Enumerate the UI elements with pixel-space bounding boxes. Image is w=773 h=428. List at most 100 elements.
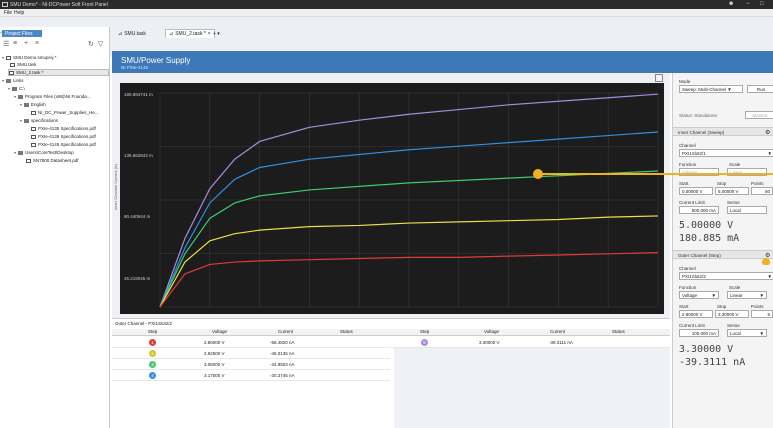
tree-item[interactable]: ▾ C:\ [8, 86, 25, 91]
function-select[interactable]: Voltage ▼ [679, 291, 719, 299]
current-readout: -39.3111 nA [679, 357, 746, 368]
add-icon[interactable]: + [24, 40, 28, 47]
table-row[interactable]: 5 3.30000 V -39.3111 nA [391, 337, 670, 348]
folder-icon [18, 150, 24, 155]
col-current: Current [278, 329, 294, 334]
function-value: Voltage [682, 293, 698, 298]
chart-options-button[interactable] [655, 74, 663, 82]
points-label: Points [751, 304, 764, 309]
minimize-button[interactable]: − [746, 0, 750, 9]
mode-value: Sweep: Multi-Channel [682, 87, 727, 92]
maximize-button[interactable]: □ [760, 0, 764, 9]
cell-current: -58.4820 nA [270, 340, 295, 345]
window-title: SMU Demo* - NI-DCPower Soft Front Panel [10, 2, 108, 8]
tree-item[interactable]: ▾ English [20, 102, 46, 107]
tree-item[interactable]: NI_DC_Power_Supplies_He... [31, 110, 99, 115]
tree-item[interactable]: ▾ Users\CoreTest\Desktop [14, 150, 74, 155]
filter-icon[interactable]: ▽ [98, 40, 103, 48]
task-icon [9, 70, 14, 75]
project-icon [6, 55, 12, 60]
chart-icon: ⊿ [169, 31, 174, 37]
remove-icon[interactable]: × [35, 40, 39, 47]
gear-icon[interactable]: ⚙ [765, 129, 770, 136]
title-bar: SMU Demo* - NI-DCPower Soft Front Panel … [0, 0, 773, 9]
cell-current: -34.9503 nA [270, 362, 295, 367]
tree-item[interactable]: SMU.task [10, 62, 37, 67]
scale-value: Linear [730, 293, 743, 298]
chevron-down-icon: ▼ [711, 293, 716, 298]
col-voltage: Voltage [212, 329, 228, 334]
step-badge: 5 [421, 339, 428, 346]
monitor-button[interactable]: Monitor [745, 111, 773, 119]
add-tab-button[interactable]: + ▾ [210, 29, 223, 38]
instrument-header: SMU/Power Supply NI PXIe-4145 [112, 51, 773, 73]
channel-select[interactable]: PXI1Slot2/2 ▼ [679, 272, 773, 280]
stop-label: Stop [717, 304, 727, 309]
start-input[interactable]: 2.80000 V [679, 310, 713, 318]
pdf-icon [26, 158, 31, 163]
run-button[interactable]: Run [747, 85, 773, 93]
cell-current: -39.3111 nA [549, 340, 573, 345]
y-tick-label: 90.440944 m [124, 214, 151, 219]
tree-item[interactable]: PXIe-4145 Specifications.pdf [31, 142, 96, 147]
callout-dot [762, 258, 770, 265]
current-limit-input[interactable]: 100.000 mA [679, 329, 719, 337]
tree-item[interactable]: ▾ SMU Demo.smuproj * [2, 55, 57, 60]
folder-icon [6, 78, 12, 83]
y-axis: 180.884741 m 135.662843 m 90.440944 m 45… [120, 83, 153, 372]
table-row[interactable]: 3 3.05000 V -34.9503 nA [112, 359, 390, 370]
sense-select[interactable]: Local ▼ [727, 329, 767, 337]
col-step: Step [420, 329, 430, 334]
step-badge: 4 [149, 372, 156, 379]
tree-item[interactable]: PXIe-4139 Specifications.pdf [31, 134, 96, 139]
pdf-icon [31, 126, 36, 131]
menu-file[interactable]: File [4, 10, 12, 16]
inner-channel-section[interactable]: Inner Channel (Sweep) ⚙ [673, 127, 773, 136]
device-name: NI PXIe-4145 [121, 65, 149, 70]
stop-input[interactable]: 3.30000 V [715, 310, 749, 318]
folder-icon [24, 102, 30, 107]
mode-select[interactable]: Sweep: Multi-Channel ▼ [679, 85, 743, 93]
tree-item[interactable]: ▾ specifications [20, 118, 58, 123]
voltage-readout: 3.30000 V [679, 344, 734, 355]
tab-smu2-task[interactable]: ⊿ SMU_2.task * × [165, 29, 215, 38]
file-icon [31, 110, 36, 115]
callout-dot [533, 169, 543, 179]
feedback-icon[interactable]: ☻ [728, 0, 734, 9]
empty-area [394, 348, 670, 428]
tree-item[interactable]: SMU_2.task * [8, 69, 109, 76]
tree-item[interactable]: PXIe-4135 Specifications.pdf [31, 126, 96, 131]
menu-bar: File Help [0, 9, 773, 17]
task-icon [10, 62, 15, 67]
folder-icon [24, 118, 30, 123]
refresh-icon[interactable]: ↻ [88, 40, 94, 48]
table-row[interactable]: 1 2.80000 V -58.4820 nA [112, 337, 390, 348]
view-icon[interactable]: ☰ [3, 40, 9, 48]
chevron-down-icon: ▼ [767, 274, 772, 279]
menu-help[interactable]: Help [14, 10, 24, 16]
channel-select[interactable]: PXI1Slot2/1 ▼ [679, 149, 773, 157]
function-label: Function [679, 285, 697, 290]
scale-select[interactable]: Linear ▼ [727, 291, 767, 299]
y-tick-label: 180.884741 m [124, 92, 153, 97]
cell-voltage: 2.92500 V [204, 351, 225, 356]
y-tick-label: 135.662843 m [124, 153, 153, 158]
app-icon [2, 2, 8, 7]
y-axis-label: Inner Channel Current (A) [113, 163, 118, 210]
step-badge: 1 [149, 339, 156, 346]
step-badge: 2 [149, 350, 156, 357]
cell-voltage: 3.17500 V [204, 373, 225, 378]
tree-item[interactable]: SN7800 Datasheet.pdf [26, 158, 79, 163]
mode-label: Mode [679, 79, 691, 84]
section-title: Inner Channel (Sweep) [678, 130, 725, 135]
points-input[interactable]: 5 [751, 310, 773, 318]
tab-project-files[interactable]: Project Files [2, 30, 42, 37]
col-step: Step [148, 329, 158, 334]
list-icon[interactable]: ≡ [13, 40, 17, 47]
step-badge: 3 [149, 361, 156, 368]
tree-item[interactable]: ▾ Program Files (x86)\NI Founda... [14, 94, 91, 99]
table-row[interactable]: 4 3.17500 V -30.3745 nA [112, 370, 390, 381]
tree-item[interactable]: ▾ Links [2, 78, 24, 83]
table-row[interactable]: 2 2.92500 V -46.0136 nA [112, 348, 390, 359]
annotation-callouts [533, 169, 773, 265]
